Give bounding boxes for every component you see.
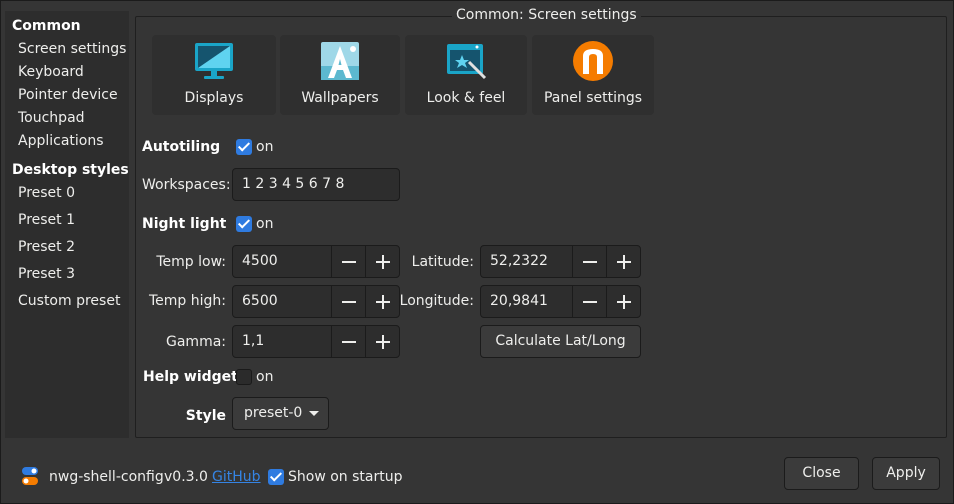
panel-settings-label: Panel settings xyxy=(543,90,643,106)
sidebar-item-keyboard[interactable]: Keyboard xyxy=(18,64,84,80)
latitude-label: Latitude: xyxy=(411,254,474,270)
wallpapers-button[interactable]: Wallpapers xyxy=(280,35,400,115)
gamma-spinner[interactable]: 1,1 xyxy=(232,325,400,358)
longitude-increment-button[interactable] xyxy=(606,286,640,317)
app-version: v0.3.0 xyxy=(164,469,208,485)
style-dropdown[interactable]: preset-0 xyxy=(232,397,329,430)
temp-low-spinner[interactable]: 4500 xyxy=(232,245,400,278)
latitude-increment-button[interactable] xyxy=(606,246,640,277)
latitude-spinner[interactable]: 52,2322 xyxy=(480,245,641,278)
sidebar-item-applications[interactable]: Applications xyxy=(18,133,104,149)
sidebar-item-preset-0[interactable]: Preset 0 xyxy=(18,185,75,201)
minus-icon xyxy=(583,261,597,263)
sidebar-item-touchpad[interactable]: Touchpad xyxy=(18,110,85,126)
chevron-down-icon xyxy=(309,411,319,416)
longitude-spinner[interactable]: 20,9841 xyxy=(480,285,641,318)
temp-low-decrement-button[interactable] xyxy=(331,246,365,277)
panel-settings-icon xyxy=(573,41,613,81)
close-button[interactable]: Close xyxy=(784,457,859,490)
temp-high-value[interactable]: 6500 xyxy=(242,286,278,317)
sidebar-item-preset-3[interactable]: Preset 3 xyxy=(18,266,75,282)
gamma-label: Gamma: xyxy=(166,334,226,350)
apply-button[interactable]: Apply xyxy=(872,457,940,490)
longitude-decrement-button[interactable] xyxy=(572,286,606,317)
temp-low-value[interactable]: 4500 xyxy=(242,246,278,277)
sidebar-item-preset-2[interactable]: Preset 2 xyxy=(18,239,75,255)
temp-low-label: Temp low: xyxy=(156,254,226,270)
minus-icon xyxy=(342,261,356,263)
app-toggle-icon xyxy=(22,467,38,485)
night-light-checkbox[interactable] xyxy=(236,216,252,232)
longitude-value[interactable]: 20,9841 xyxy=(490,286,548,317)
workspaces-input[interactable]: 1 2 3 4 5 6 7 8 xyxy=(232,168,400,201)
night-light-label: Night light xyxy=(142,216,227,232)
help-widget-label: Help widget xyxy=(143,369,238,385)
app-name: nwg-shell-config xyxy=(49,469,164,485)
look-and-feel-button[interactable]: Look & feel xyxy=(405,35,527,115)
displays-button[interactable]: Displays xyxy=(152,35,276,115)
temp-high-label: Temp high: xyxy=(149,293,226,309)
sidebar-item-pointer-device[interactable]: Pointer device xyxy=(18,87,118,103)
gamma-decrement-button[interactable] xyxy=(331,326,365,357)
temp-high-increment-button[interactable] xyxy=(365,286,399,317)
sidebar-item-custom-preset[interactable]: Custom preset xyxy=(18,293,120,309)
autotiling-check-label: on xyxy=(256,139,274,155)
latitude-decrement-button[interactable] xyxy=(572,246,606,277)
autotiling-label: Autotiling xyxy=(142,139,221,155)
help-widget-checkbox[interactable] xyxy=(236,369,252,385)
calculate-lat-long-button[interactable]: Calculate Lat/Long xyxy=(480,325,641,358)
style-label: Style xyxy=(185,408,226,424)
frame-title: Common: Screen settings xyxy=(452,7,641,23)
temp-high-decrement-button[interactable] xyxy=(331,286,365,317)
show-on-startup-label: Show on startup xyxy=(288,469,403,485)
minus-icon xyxy=(342,301,356,303)
style-dropdown-value: preset-0 xyxy=(244,405,303,421)
sidebar-header-common: Common xyxy=(12,18,81,34)
sidebar: Common Screen settings Keyboard Pointer … xyxy=(5,11,129,438)
sidebar-item-screen-settings[interactable]: Screen settings xyxy=(18,41,126,57)
workspaces-label: Workspaces: xyxy=(142,177,231,193)
display-icon xyxy=(195,43,233,79)
sidebar-header-desktop-styles: Desktop styles xyxy=(12,162,129,178)
wallpaper-icon xyxy=(321,42,359,80)
wallpapers-label: Wallpapers xyxy=(301,90,379,106)
autotiling-checkbox[interactable] xyxy=(236,139,252,155)
gamma-increment-button[interactable] xyxy=(365,326,399,357)
temp-low-increment-button[interactable] xyxy=(365,246,399,277)
minus-icon xyxy=(583,301,597,303)
night-light-check-label: on xyxy=(256,216,274,232)
gamma-value[interactable]: 1,1 xyxy=(242,326,264,357)
look-and-feel-icon xyxy=(447,44,487,80)
displays-label: Displays xyxy=(184,90,244,106)
latitude-value[interactable]: 52,2322 xyxy=(490,246,548,277)
longitude-label: Longitude: xyxy=(399,293,474,309)
sidebar-item-preset-1[interactable]: Preset 1 xyxy=(18,212,75,228)
github-link[interactable]: GitHub xyxy=(212,469,261,485)
look-and-feel-label: Look & feel xyxy=(426,90,506,106)
help-widget-check-label: on xyxy=(256,369,274,385)
panel-settings-button[interactable]: Panel settings xyxy=(532,35,654,115)
show-on-startup-checkbox[interactable] xyxy=(268,469,284,485)
temp-high-spinner[interactable]: 6500 xyxy=(232,285,400,318)
minus-icon xyxy=(342,341,356,343)
